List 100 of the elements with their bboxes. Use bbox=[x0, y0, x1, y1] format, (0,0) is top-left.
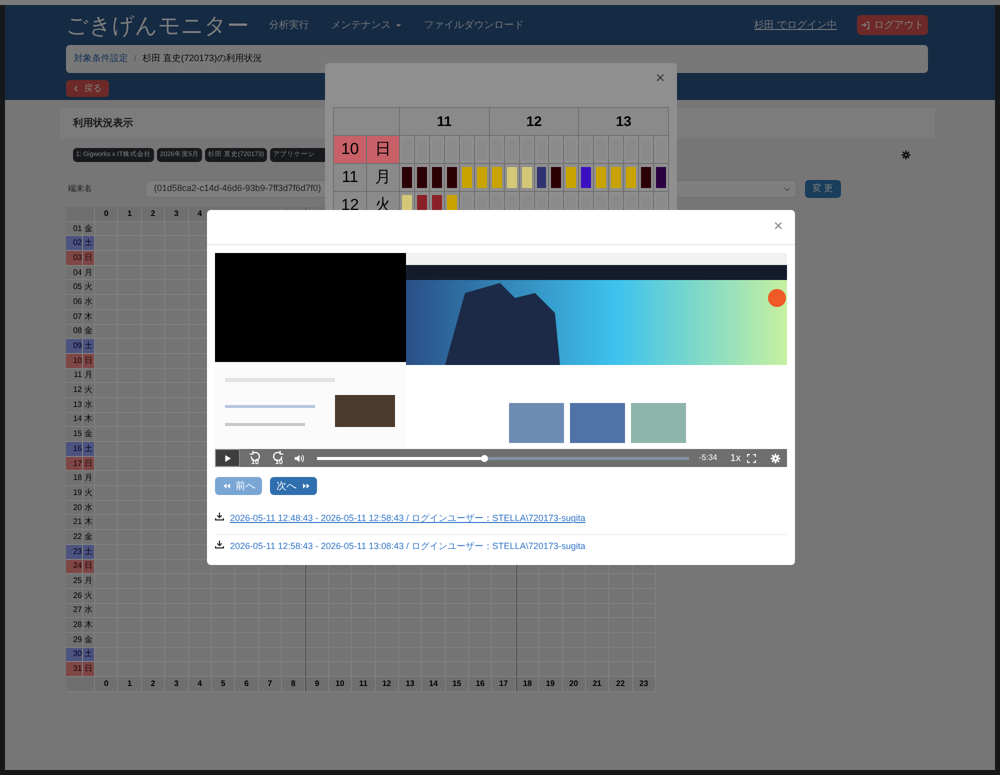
day-number: 21 bbox=[66, 515, 83, 530]
day-number: 11 bbox=[66, 368, 83, 384]
hour-footer: 3 bbox=[165, 677, 188, 692]
weekday-label: 水 bbox=[83, 398, 95, 413]
time-slot bbox=[492, 588, 516, 604]
day-number: 12 bbox=[66, 383, 83, 398]
nav-link[interactable]: メンテナンス bbox=[331, 18, 402, 32]
chevron-left-icon bbox=[73, 85, 80, 92]
weekday-label: 土 bbox=[83, 339, 95, 354]
time-slot bbox=[492, 604, 516, 618]
day-number: 06 bbox=[66, 295, 83, 310]
time-slot bbox=[95, 632, 118, 648]
weekday-label: 木 bbox=[83, 412, 95, 428]
weekday-label: 火 bbox=[83, 486, 95, 501]
day-number: 05 bbox=[66, 280, 83, 296]
recording-link[interactable]: 2026-05-11 12:58:43 - 2026-05-11 13:08:43 / ログインユーザー：STELLA\720173-sugita bbox=[230, 540, 586, 554]
time-slot bbox=[95, 339, 118, 354]
time-slot bbox=[95, 648, 118, 662]
hour-footer: 9 bbox=[305, 677, 329, 692]
day-number: 30 bbox=[66, 648, 83, 662]
weekday-label: 金 bbox=[83, 530, 95, 545]
time-slot bbox=[305, 604, 329, 618]
day-number: 02 bbox=[66, 236, 83, 252]
time-slot bbox=[95, 354, 118, 369]
speed-button[interactable]: 1x bbox=[730, 450, 741, 466]
time-remaining: -5:34 bbox=[699, 452, 718, 464]
login-status-link[interactable]: 杉田 でログイン中 bbox=[754, 18, 837, 32]
next-button[interactable]: 次へ bbox=[270, 477, 317, 495]
progress-thumb[interactable] bbox=[481, 454, 488, 462]
day-number: 25 bbox=[66, 574, 83, 589]
day-number: 04 bbox=[66, 266, 83, 280]
back-button[interactable]: 戻る bbox=[66, 80, 109, 97]
app-title: ごきげんモニター bbox=[66, 12, 249, 40]
weekday-label: 土 bbox=[83, 648, 95, 662]
time-slot bbox=[282, 632, 306, 648]
weekday-label: 日 bbox=[83, 560, 95, 574]
progress-track[interactable] bbox=[317, 456, 689, 460]
time-slot bbox=[95, 222, 118, 236]
weekday-label: 土 bbox=[83, 442, 95, 457]
recording-link[interactable]: 2026-05-11 12:48:43 - 2026-05-11 12:58:43 / ログインユーザー：STELLA\720173-sugita bbox=[230, 512, 586, 526]
fullscreen-icon[interactable] bbox=[747, 454, 756, 462]
volume-icon[interactable] bbox=[294, 452, 305, 464]
breadcrumb-link[interactable]: 対象条件設定 bbox=[74, 52, 128, 66]
weekday-label: 金 bbox=[83, 222, 95, 236]
day-number: 20 bbox=[66, 500, 83, 516]
time-slot bbox=[516, 618, 540, 633]
hour-header: 3 bbox=[165, 207, 188, 222]
time-slot bbox=[95, 471, 118, 486]
time-slot bbox=[516, 574, 540, 589]
download-icon[interactable] bbox=[215, 540, 224, 548]
logout-button[interactable]: ログアウト bbox=[857, 15, 928, 35]
weekday-label: 月 bbox=[83, 266, 95, 280]
time-slot bbox=[95, 324, 118, 340]
time-slot bbox=[282, 648, 306, 662]
hour-header: 0 bbox=[95, 207, 118, 222]
hour-footer: 20 bbox=[562, 677, 586, 692]
hour-footer: 10 bbox=[328, 677, 352, 692]
weekday-label: 日 bbox=[83, 662, 95, 677]
weekday-label: 水 bbox=[83, 604, 95, 618]
hour-header: 11 bbox=[400, 108, 489, 135]
weekday-label: 月 bbox=[83, 368, 95, 384]
time-slot bbox=[305, 648, 329, 662]
day-number: 01 bbox=[66, 222, 83, 236]
weekday-label: 月 bbox=[83, 574, 95, 589]
time-slot bbox=[95, 266, 118, 280]
weekday-label: 火 bbox=[83, 588, 95, 604]
weekday-label: 水 bbox=[83, 295, 95, 310]
time-slot bbox=[95, 574, 118, 589]
download-icon[interactable] bbox=[215, 512, 224, 521]
close-button[interactable]: × bbox=[656, 71, 665, 87]
hour-footer: 12 bbox=[376, 677, 399, 692]
time-slot bbox=[492, 618, 516, 633]
weekday-label: 日 bbox=[83, 354, 95, 369]
play-button[interactable] bbox=[215, 449, 240, 467]
corner-cell bbox=[66, 677, 95, 692]
hour-footer: 22 bbox=[609, 677, 633, 692]
weekday-label: 火 bbox=[83, 383, 95, 398]
change-button[interactable]: 変 更 bbox=[805, 180, 841, 198]
weekday-label: 日 bbox=[367, 136, 399, 163]
day-number: 22 bbox=[66, 530, 83, 545]
time-slot bbox=[282, 574, 306, 589]
field-label: 端末名 bbox=[68, 183, 93, 195]
nav-link[interactable]: 分析実行 bbox=[269, 18, 309, 32]
weekday-label: 金 bbox=[83, 632, 95, 648]
time-slot bbox=[95, 236, 118, 252]
weekday-label: 月 bbox=[83, 471, 95, 486]
hour-footer: 5 bbox=[212, 677, 236, 692]
hour-footer: 16 bbox=[469, 677, 492, 692]
nav-link[interactable]: ファイルダウンロード bbox=[424, 18, 524, 32]
hour-footer: 0 bbox=[95, 677, 118, 692]
time-slot bbox=[282, 604, 306, 618]
day-number: 23 bbox=[66, 544, 83, 560]
hour-footer: 14 bbox=[422, 677, 446, 692]
corner-cell bbox=[334, 108, 399, 135]
close-button[interactable]: × bbox=[774, 219, 783, 235]
time-slot bbox=[282, 588, 306, 604]
day-number: 18 bbox=[66, 471, 83, 486]
hour-footer: 8 bbox=[282, 677, 306, 692]
day-number: 03 bbox=[66, 251, 83, 266]
settings-icon[interactable] bbox=[901, 150, 911, 160]
